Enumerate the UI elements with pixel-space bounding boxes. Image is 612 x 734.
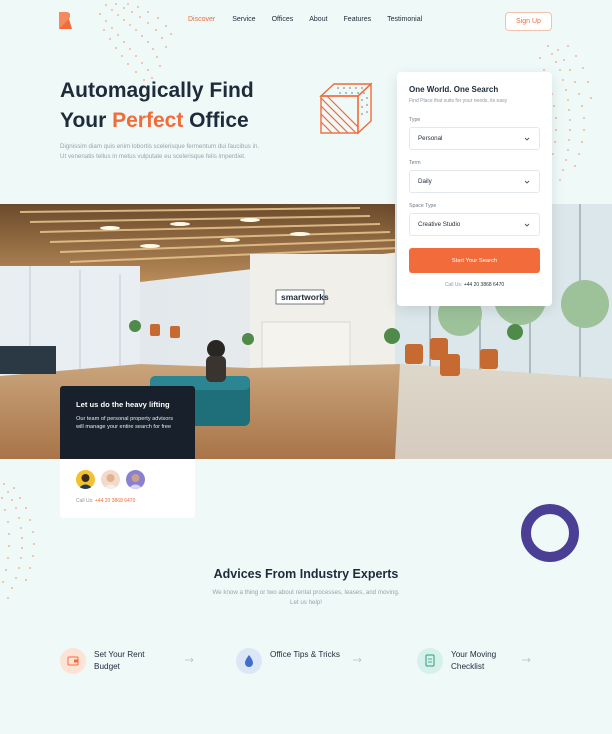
avatar[interactable] bbox=[101, 470, 120, 489]
call-prefix: Call Us: bbox=[76, 498, 95, 504]
help-box-title: Let us do the heavy lifting bbox=[76, 400, 170, 409]
call-number-link[interactable]: +44 20 3868 6470 bbox=[464, 282, 504, 288]
advice-label: Office Tips & Tricks bbox=[270, 650, 340, 659]
call-prefix: Call Us: bbox=[444, 282, 464, 288]
hero-title-pre: Your bbox=[60, 109, 113, 132]
advice-item-office-tips[interactable]: Office Tips & Tricks bbox=[236, 648, 340, 674]
space-type-select-value: Creative Studio bbox=[418, 221, 461, 228]
hero-subtitle: Dignissim diam quis enim lobortis sceler… bbox=[60, 143, 260, 160]
help-box-text: Our team of personal property advisors w… bbox=[76, 416, 174, 431]
type-select[interactable]: Personal bbox=[409, 127, 540, 150]
hero-title-post: Office bbox=[183, 109, 249, 132]
avatar[interactable] bbox=[76, 470, 95, 489]
chevron-down-icon bbox=[524, 137, 530, 141]
dotted-leaf-decoration bbox=[1, 483, 35, 599]
search-card: One World. One Search Find Place that su… bbox=[397, 72, 552, 306]
main-nav: Discover Service Offices About Features … bbox=[188, 16, 422, 23]
search-card-title: One World. One Search bbox=[409, 85, 499, 94]
ring-decoration bbox=[521, 504, 579, 562]
chevron-down-icon bbox=[524, 223, 530, 227]
advices-subtitle: We know a thing or two about rental proc… bbox=[212, 589, 400, 606]
type-label: Type bbox=[409, 117, 421, 123]
space-type-select[interactable]: Creative Studio bbox=[409, 213, 540, 236]
avatar[interactable] bbox=[126, 470, 145, 489]
advice-item-rent-budget[interactable]: Set Your Rent Budget bbox=[60, 648, 164, 674]
nav-item-testimonial[interactable]: Testimonial bbox=[387, 16, 422, 23]
search-card-subtitle: Find Place that suits for your needs, it… bbox=[409, 98, 508, 104]
landing-page: Discover Service Offices About Features … bbox=[0, 0, 612, 734]
nav-item-offices[interactable]: Offices bbox=[272, 16, 294, 23]
call-number-link[interactable]: +44 20 3868 6470 bbox=[95, 498, 135, 504]
advice-item-moving-checklist[interactable]: Your Moving Checklist bbox=[417, 648, 521, 674]
arrow-right-icon[interactable] bbox=[185, 657, 194, 663]
search-card-call: Call Us: +44 20 3868 6470 bbox=[409, 282, 540, 288]
office-sign-text: smartworks bbox=[281, 292, 329, 302]
type-select-value: Personal bbox=[418, 135, 443, 142]
term-select[interactable]: Daily bbox=[409, 170, 540, 193]
nav-item-discover[interactable]: Discover bbox=[188, 16, 215, 23]
start-search-button[interactable]: Start Your Search bbox=[409, 248, 540, 273]
advisor-avatars bbox=[76, 470, 179, 489]
nav-item-about[interactable]: About bbox=[309, 16, 327, 23]
hero-title-accent: Perfect bbox=[112, 109, 184, 132]
wallet-icon bbox=[60, 648, 86, 674]
nav-item-service[interactable]: Service bbox=[232, 16, 255, 23]
hero-title: Automagically Find Your Perfect Office bbox=[60, 76, 300, 136]
advice-label: Your Moving Checklist bbox=[451, 650, 497, 671]
cube-illustration bbox=[319, 82, 372, 135]
term-select-value: Daily bbox=[418, 178, 432, 185]
arrow-right-icon[interactable] bbox=[353, 657, 362, 663]
help-box: Let us do the heavy lifting Our team of … bbox=[60, 386, 195, 459]
sign-up-button[interactable]: Sign Up bbox=[505, 12, 552, 31]
drop-icon bbox=[236, 648, 262, 674]
advisors-box: Call Us: +44 20 3868 6470 bbox=[60, 459, 195, 518]
arrow-right-icon[interactable] bbox=[522, 657, 531, 663]
hero-title-line1: Automagically Find bbox=[60, 79, 254, 102]
space-type-label: Space Type bbox=[409, 203, 437, 209]
advices-title: Advices From Industry Experts bbox=[213, 567, 399, 581]
advisors-call: Call Us: +44 20 3868 6470 bbox=[76, 498, 179, 504]
nav-item-features[interactable]: Features bbox=[344, 16, 372, 23]
brand-logo[interactable] bbox=[59, 12, 72, 29]
checklist-icon bbox=[417, 648, 443, 674]
term-label: Term bbox=[409, 160, 421, 166]
chevron-down-icon bbox=[524, 180, 530, 184]
advice-label: Set Your Rent Budget bbox=[94, 650, 145, 671]
